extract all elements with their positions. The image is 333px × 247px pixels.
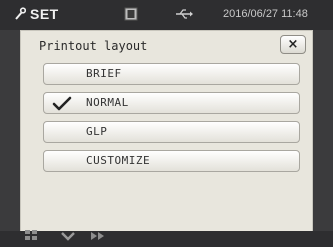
- option-label: CUSTOMIZE: [86, 154, 151, 167]
- status-bar: SET 2016/06/27 11:48: [0, 0, 333, 30]
- chevron-down-icon[interactable]: [60, 227, 76, 246]
- option-label: NORMAL: [86, 96, 129, 109]
- mode-label: SET: [30, 6, 59, 22]
- left-side-shade: [0, 30, 20, 247]
- dialog-title: Printout layout: [39, 39, 148, 53]
- option-label: GLP: [86, 125, 108, 138]
- option-glp-button[interactable]: GLP: [43, 121, 300, 143]
- lock-icon: [124, 7, 138, 21]
- option-brief-button[interactable]: BRIEF: [43, 63, 300, 85]
- usb-icon: [175, 8, 193, 20]
- checkmark-icon: [52, 96, 72, 112]
- forward-icon[interactable]: [90, 226, 106, 245]
- datetime-display: 2016/06/27 11:48: [223, 8, 308, 20]
- close-icon: ×: [287, 37, 299, 52]
- close-button[interactable]: ×: [280, 35, 306, 54]
- grid-icon[interactable]: [24, 226, 38, 245]
- bottom-toolbar: [0, 230, 333, 247]
- wrench-icon: [14, 7, 26, 21]
- option-customize-button[interactable]: CUSTOMIZE: [43, 150, 300, 172]
- option-normal-button[interactable]: NORMAL: [43, 92, 300, 114]
- printout-layout-dialog: Printout layout × BRIEF NORMAL GLP CUSTO…: [20, 30, 313, 236]
- set-mode-indicator: SET: [14, 6, 59, 22]
- right-side-shade: [313, 30, 333, 247]
- option-label: BRIEF: [86, 67, 122, 80]
